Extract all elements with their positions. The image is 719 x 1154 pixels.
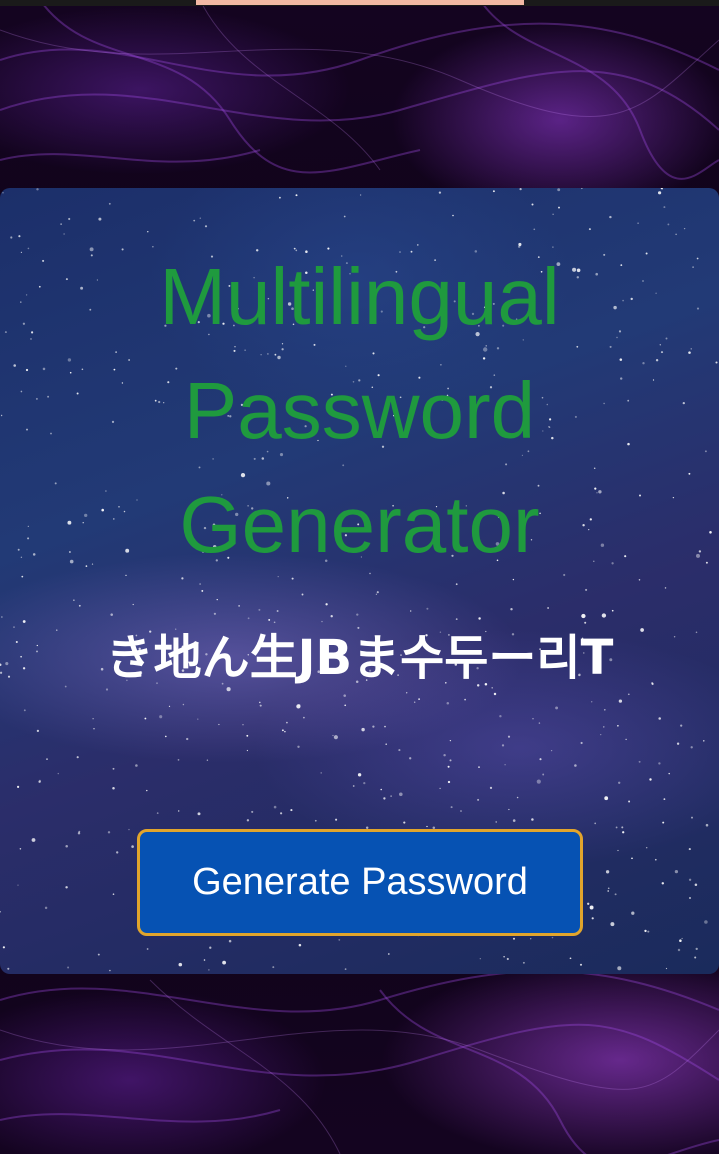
generate-password-button[interactable]: Generate Password bbox=[137, 829, 583, 936]
generated-password: き地ん生JBま수두ー리T bbox=[105, 630, 614, 686]
generator-card: Multilingual Password Generator き地ん生JBま수… bbox=[0, 188, 719, 974]
page-title: Multilingual Password Generator bbox=[159, 252, 560, 569]
top-strip-accent bbox=[196, 0, 524, 5]
